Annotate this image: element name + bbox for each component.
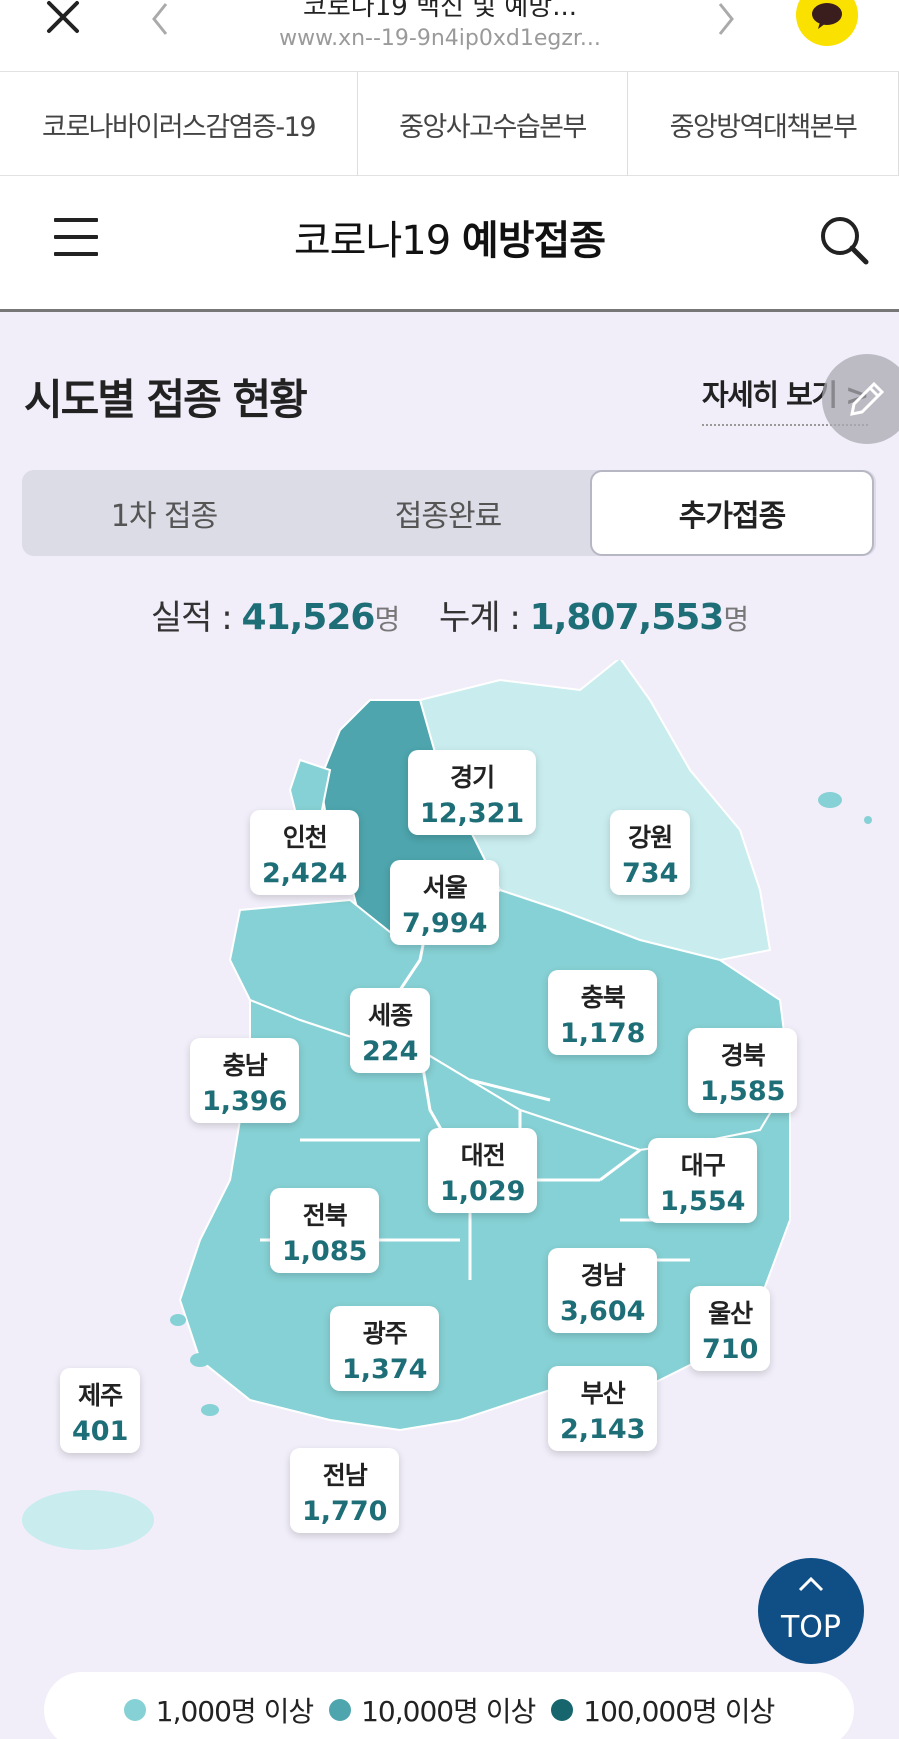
daily-value: 41,526 bbox=[241, 597, 376, 638]
top-label: TOP bbox=[780, 1610, 842, 1645]
totals-summary: 실적 : 41,526명 누계 : 1,807,553명 bbox=[0, 590, 899, 639]
site-header: 코로나19 예방접종 bbox=[0, 176, 899, 312]
region-value: 401 bbox=[72, 1416, 129, 1447]
vaccination-type-tabs: 1차 접종 접종완료 추가접종 bbox=[22, 470, 876, 556]
org-tab-covid19[interactable]: 코로나바이러스감염증-19 bbox=[0, 72, 358, 176]
region-label-busan[interactable]: 부산 2,143 bbox=[548, 1366, 658, 1451]
cumulative-value: 1,807,553 bbox=[529, 597, 725, 638]
scroll-top-button[interactable]: TOP bbox=[758, 1558, 864, 1664]
section-title: 시도별 접종 현황 bbox=[24, 375, 308, 424]
region-name: 강원 bbox=[628, 823, 673, 852]
region-name: 광주 bbox=[362, 1319, 408, 1348]
kakao-talk-icon[interactable] bbox=[796, 0, 858, 46]
region-label-sejong[interactable]: 세종 224 bbox=[350, 988, 431, 1073]
region-label-gyeongnam[interactable]: 경남 3,604 bbox=[548, 1248, 658, 1333]
region-label-seoul[interactable]: 서울 7,994 bbox=[390, 860, 500, 945]
region-name: 경기 bbox=[450, 763, 495, 792]
legend-item-10k: 10,000명 이상 bbox=[329, 1690, 536, 1730]
region-label-gangwon[interactable]: 강원 734 bbox=[610, 810, 691, 895]
region-label-jeonnam[interactable]: 전남 1,770 bbox=[290, 1448, 400, 1533]
region-label-gwangju[interactable]: 광주 1,374 bbox=[330, 1306, 440, 1391]
org-tab-central-disaster[interactable]: 중앙사고수습본부 bbox=[358, 72, 628, 176]
cumulative-unit: 명 bbox=[723, 603, 749, 636]
korea-region-map: 경기 12,321 인천 2,424 서울 7,994 강원 734 충북 1,… bbox=[0, 660, 899, 1580]
tab-fully-vaccinated[interactable]: 접종완료 bbox=[306, 470, 590, 556]
region-label-chungbuk[interactable]: 충북 1,178 bbox=[548, 970, 658, 1055]
browser-toolbar: 코로나19 백신 및 예방... www.xn--19-9n4ip0xd1egz… bbox=[0, 0, 899, 72]
daily-label: 실적 : bbox=[150, 598, 233, 638]
region-label-ulsan[interactable]: 울산 710 bbox=[690, 1286, 771, 1371]
legend-dot-100k bbox=[551, 1699, 574, 1721]
region-name: 서울 bbox=[422, 873, 468, 902]
region-value: 710 bbox=[702, 1334, 759, 1365]
legend-label: 10,000명 이상 bbox=[361, 1695, 536, 1728]
tab-booster[interactable]: 추가접종 bbox=[590, 470, 874, 556]
legend-dot-10k bbox=[329, 1699, 352, 1721]
legend-label: 100,000명 이상 bbox=[583, 1695, 775, 1728]
region-name: 경남 bbox=[580, 1261, 626, 1290]
region-label-jeonbuk[interactable]: 전북 1,085 bbox=[270, 1188, 380, 1273]
search-icon[interactable] bbox=[818, 214, 870, 266]
back-arrow-icon[interactable] bbox=[146, 2, 176, 38]
region-label-daegu[interactable]: 대구 1,554 bbox=[648, 1138, 758, 1223]
region-name: 충남 bbox=[222, 1051, 268, 1080]
edit-pencil-icon[interactable] bbox=[822, 354, 899, 444]
region-value: 224 bbox=[362, 1036, 419, 1067]
browser-page-title: 코로나19 백신 및 예방... bbox=[302, 0, 578, 22]
region-label-jeju[interactable]: 제주 401 bbox=[60, 1368, 141, 1453]
region-value: 1,396 bbox=[202, 1086, 288, 1117]
region-value: 734 bbox=[622, 858, 679, 889]
region-value: 1,085 bbox=[282, 1236, 368, 1267]
region-value: 1,029 bbox=[440, 1176, 526, 1207]
tab-first-dose[interactable]: 1차 접종 bbox=[22, 470, 306, 556]
map-legend: 1,000명 이상 10,000명 이상 100,000명 이상 bbox=[44, 1672, 854, 1739]
legend-item-1k: 1,000명 이상 bbox=[123, 1690, 314, 1730]
legend-label: 1,000명 이상 bbox=[155, 1695, 314, 1728]
region-value: 1,770 bbox=[302, 1496, 388, 1527]
region-label-daejeon[interactable]: 대전 1,029 bbox=[428, 1128, 538, 1213]
browser-url[interactable]: www.xn--19-9n4ip0xd1egzr... bbox=[230, 26, 650, 51]
org-tabs: 코로나바이러스감염증-19 중앙사고수습본부 중앙방역대책본부 bbox=[0, 72, 899, 176]
region-value: 3,604 bbox=[560, 1296, 646, 1327]
region-value: 2,143 bbox=[560, 1414, 646, 1445]
region-value: 1,374 bbox=[342, 1354, 428, 1385]
region-label-gyeongbuk[interactable]: 경북 1,585 bbox=[688, 1028, 798, 1113]
region-name: 전북 bbox=[302, 1201, 348, 1230]
region-name: 부산 bbox=[580, 1379, 626, 1408]
region-name: 세종 bbox=[368, 1001, 413, 1030]
region-name: 충북 bbox=[580, 983, 626, 1012]
logo-part2: 예방접종 bbox=[461, 218, 606, 264]
region-label-incheon[interactable]: 인천 2,424 bbox=[250, 810, 360, 895]
chevron-up-icon bbox=[798, 1576, 824, 1592]
region-label-gyeonggi[interactable]: 경기 12,321 bbox=[408, 750, 537, 835]
region-name: 경북 bbox=[720, 1041, 766, 1070]
cumulative-label: 누계 : bbox=[439, 598, 521, 638]
region-label-chungnam[interactable]: 충남 1,396 bbox=[190, 1038, 300, 1123]
region-value: 7,994 bbox=[402, 908, 488, 939]
legend-item-100k: 100,000명 이상 bbox=[551, 1690, 775, 1730]
forward-arrow-icon[interactable] bbox=[710, 2, 740, 38]
region-name: 대전 bbox=[460, 1141, 506, 1170]
region-value: 1,178 bbox=[560, 1018, 646, 1049]
region-name: 대구 bbox=[680, 1151, 726, 1180]
region-name: 전남 bbox=[322, 1461, 368, 1490]
site-logo[interactable]: 코로나19 예방접종 bbox=[0, 208, 899, 266]
region-value: 2,424 bbox=[262, 858, 348, 889]
region-name: 제주 bbox=[78, 1381, 123, 1410]
region-name: 인천 bbox=[282, 823, 328, 852]
org-tab-central-quarantine[interactable]: 중앙방역대책본부 bbox=[628, 72, 899, 176]
logo-part1: 코로나19 bbox=[293, 218, 451, 264]
close-icon[interactable] bbox=[44, 0, 84, 40]
legend-dot-1k bbox=[123, 1699, 146, 1721]
daily-unit: 명 bbox=[374, 603, 400, 636]
region-value: 12,321 bbox=[420, 798, 525, 829]
region-name: 울산 bbox=[708, 1299, 753, 1328]
region-value: 1,554 bbox=[660, 1186, 746, 1217]
region-value: 1,585 bbox=[700, 1076, 786, 1107]
